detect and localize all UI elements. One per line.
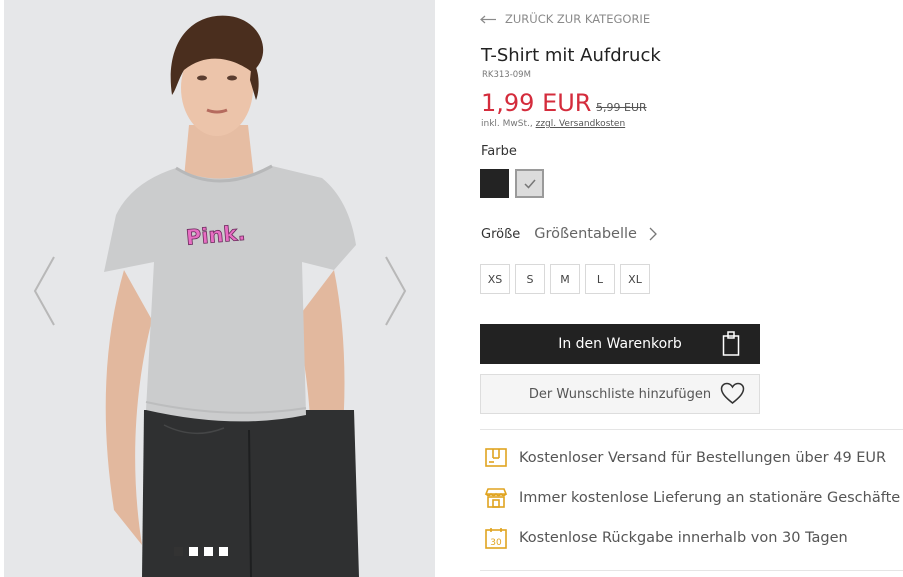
- add-to-wishlist-button[interactable]: Der Wunschliste hinzufügen: [480, 374, 760, 414]
- color-label: Farbe: [481, 144, 517, 159]
- product-details-panel: ZURÜCK ZUR KATEGORIE T-Shirt mit Aufdruc…: [480, 0, 903, 577]
- gallery-dot[interactable]: [219, 547, 228, 556]
- chevron-right-icon[interactable]: [649, 227, 657, 241]
- benefit-free-returns: 30 Kostenlose Rückgabe innerhalb von 30 …: [484, 526, 848, 550]
- benefit-text: Kostenlose Rückgabe innerhalb von 30 Tag…: [519, 530, 848, 546]
- add-to-wishlist-label: Der Wunschliste hinzufügen: [528, 386, 712, 402]
- tax-info: inkl. MwSt., zzgl. Versandkosten: [481, 119, 625, 129]
- back-to-category-link[interactable]: ZURÜCK ZUR KATEGORIE: [480, 12, 650, 26]
- store-icon: [484, 486, 508, 510]
- benefit-text: Kostenloser Versand für Bestellungen übe…: [519, 450, 887, 466]
- gallery-dot[interactable]: [204, 547, 213, 556]
- calendar-30-icon: 30: [484, 526, 508, 550]
- old-price: 5,99 EUR: [596, 101, 647, 114]
- product-sku: RK313-09M: [482, 70, 531, 80]
- gallery-dot[interactable]: [174, 547, 183, 556]
- tax-info-text: inkl. MwSt.,: [481, 119, 536, 129]
- benefit-store-delivery: Immer kostenlose Lieferung an stationäre…: [484, 486, 900, 510]
- add-to-cart-label: In den Warenkorb: [558, 336, 682, 352]
- size-option-xs[interactable]: XS: [480, 264, 510, 294]
- delivery-box-icon: [484, 446, 508, 470]
- calendar-number: 30: [490, 538, 502, 548]
- current-price: 1,99 EUR: [481, 89, 592, 117]
- color-swatch-grey[interactable]: [515, 169, 544, 198]
- gallery-dot[interactable]: [189, 547, 198, 556]
- size-label: Größe: [481, 226, 521, 242]
- size-options: XS S M L XL: [480, 264, 650, 294]
- product-title: T-Shirt mit Aufdruck: [481, 45, 661, 66]
- divider: [480, 570, 903, 571]
- size-option-l[interactable]: L: [585, 264, 615, 294]
- checkmark-icon: [523, 179, 536, 189]
- benefit-text: Immer kostenlose Lieferung an stationäre…: [519, 490, 901, 506]
- arrow-left-icon: [480, 15, 497, 24]
- size-chart-link[interactable]: Größentabelle: [534, 226, 637, 242]
- size-header: Größe Größentabelle: [481, 226, 657, 242]
- heart-icon: [720, 382, 745, 409]
- shopping-bag-icon: [722, 331, 740, 361]
- color-swatch-black[interactable]: [480, 169, 509, 198]
- back-link-label: ZURÜCK ZUR KATEGORIE: [505, 12, 651, 26]
- gallery-prev-arrow[interactable]: [32, 255, 58, 327]
- gallery-next-arrow[interactable]: [382, 255, 408, 327]
- add-to-cart-button[interactable]: In den Warenkorb: [480, 324, 760, 364]
- divider: [480, 429, 903, 430]
- shipping-costs-link[interactable]: zzgl. Versandkosten: [536, 119, 626, 129]
- product-image-gallery: Pink.: [4, 0, 435, 577]
- product-photo: Pink.: [4, 0, 435, 577]
- size-option-xl[interactable]: XL: [620, 264, 650, 294]
- size-option-s[interactable]: S: [515, 264, 545, 294]
- benefit-free-shipping: Kostenloser Versand für Bestellungen übe…: [484, 446, 886, 470]
- size-option-m[interactable]: M: [550, 264, 580, 294]
- gallery-pagination: [174, 547, 228, 556]
